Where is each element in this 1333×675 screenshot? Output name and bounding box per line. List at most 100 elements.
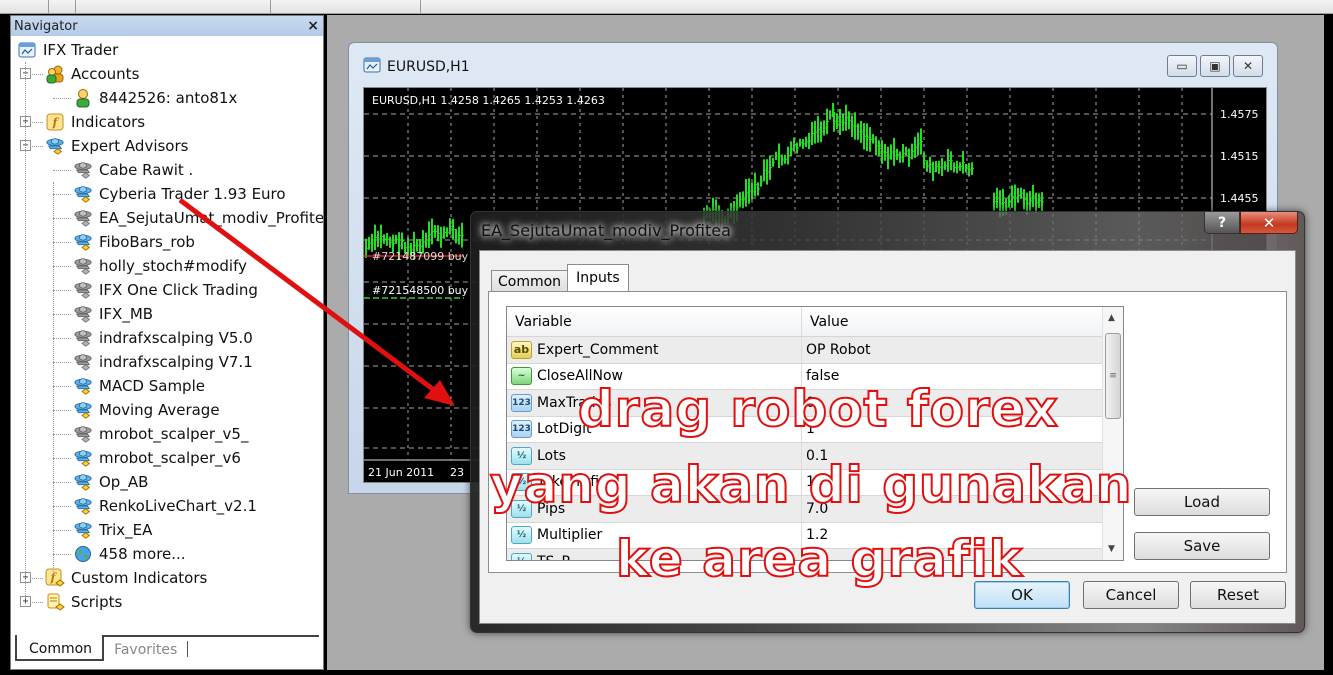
load-button[interactable]: Load	[1134, 488, 1270, 516]
tree-item-label: Indicators	[71, 113, 146, 131]
expert-advisor-icon	[73, 232, 93, 252]
expert-advisor-icon	[45, 136, 65, 156]
input-variable-cell: ab Expert_Comment	[507, 337, 802, 363]
tree-item-label: Cyberia Trader 1.93 Euro	[99, 185, 286, 203]
tree-item-more[interactable]: 458 more...	[11, 542, 323, 566]
tree-item-expert-advisor[interactable]: IFX_MB	[11, 302, 323, 326]
tree-item-label: Custom Indicators	[71, 569, 208, 587]
close-icon[interactable]: ×	[307, 18, 319, 34]
price-tick-label: 1.4575	[1220, 108, 1259, 121]
tree-item-expert-advisor[interactable]: RenkoLiveChart_v2.1	[11, 494, 323, 518]
tree-item-accounts[interactable]: − Accounts	[11, 62, 323, 86]
expert-advisor-disabled-icon	[73, 304, 93, 324]
tree-item-expert-advisor[interactable]: MACD Sample	[11, 374, 323, 398]
navigator-header: Navigator ×	[11, 16, 323, 36]
tree-item-expert-advisor[interactable]: indrafxscalping V5.0	[11, 326, 323, 350]
help-button[interactable]: ?	[1204, 212, 1240, 234]
tree-item-expert-advisor[interactable]: FiboBars_rob	[11, 230, 323, 254]
tree-item-expert-advisor[interactable]: IFX One Click Trading	[11, 278, 323, 302]
tree-item-expert-advisor[interactable]: Op_AB	[11, 470, 323, 494]
tree-item-expert-advisor[interactable]: indrafxscalping V7.1	[11, 350, 323, 374]
tree-connector	[53, 242, 71, 243]
input-value-cell[interactable]: OP Robot	[802, 337, 1102, 363]
grid-rows: ab Expert_Comment OP Robot ~ CloseAllNow fals…	[507, 337, 1123, 560]
tree-item-label: Moving Average	[99, 401, 220, 419]
tree-item-scripts[interactable]: + Scripts	[11, 590, 323, 614]
globe-icon	[73, 544, 93, 564]
tab-favorites[interactable]: Favorites	[104, 641, 189, 658]
tree-item-label: IFX One Click Trading	[99, 281, 258, 299]
close-button[interactable]: ✕	[1233, 55, 1263, 77]
tree-item-expert-advisor[interactable]: holly_stoch#modify	[11, 254, 323, 278]
accounts-icon	[45, 64, 65, 84]
dialog-close-button[interactable]: ✕	[1240, 212, 1298, 234]
tree-item-label: Op_AB	[99, 473, 149, 491]
restore-button[interactable]: ▣	[1200, 55, 1230, 77]
reset-button[interactable]: Reset	[1190, 581, 1286, 609]
tree-connector	[53, 194, 71, 195]
tree-item-label: IFX_MB	[99, 305, 154, 323]
tree-item-label: RenkoLiveChart_v2.1	[99, 497, 257, 515]
input-row[interactable]: ab Expert_Comment OP Robot	[507, 337, 1123, 364]
date-tick-label: 23	[450, 466, 464, 479]
tree-item-custom-indicators[interactable]: + f Custom Indicators	[11, 566, 323, 590]
tree-item-expert-advisor[interactable]: mrobot_scalper_v6	[11, 446, 323, 470]
tree-item-expert-advisor[interactable]: Cyberia Trader 1.93 Euro	[11, 182, 323, 206]
tree-connector	[53, 530, 71, 531]
tree-connector	[53, 290, 71, 291]
column-header-value[interactable]: Value	[802, 307, 1102, 336]
tree-connector	[53, 314, 71, 315]
indicator-icon: f	[45, 112, 65, 132]
tree-connector	[53, 458, 71, 459]
tree-connector	[53, 410, 71, 411]
order-label: #721487099 buy	[372, 250, 469, 263]
expert-advisor-icon	[73, 400, 93, 420]
price-tick-label: 1.4515	[1220, 150, 1259, 163]
minimize-icon: ▭	[1176, 59, 1188, 73]
tree-item-expert-advisor[interactable]: mrobot_scalper_v5_	[11, 422, 323, 446]
tree-item-label: 8442526: anto81x	[99, 89, 238, 107]
tree-item-expert-advisor[interactable]: Cabe Rawit .	[11, 158, 323, 182]
terminal-icon	[17, 40, 37, 60]
grid-header: Variable Value	[507, 307, 1123, 337]
tree-item-expert-advisor[interactable]: EA_SejutaUmat_modiv_Profitea	[11, 206, 323, 230]
tree-item-expert-advisors[interactable]: − Expert Advisors	[11, 134, 323, 158]
tree-connector	[53, 170, 71, 171]
order-label: #721548500 buy	[372, 284, 469, 297]
tree-item-ifx-trader[interactable]: IFX Trader	[11, 38, 323, 62]
expert-advisor-icon	[73, 184, 93, 204]
tree-item-indicators[interactable]: + f Indicators	[11, 110, 323, 134]
scroll-thumb[interactable]: ≡	[1105, 333, 1121, 419]
scroll-up-icon[interactable]: ▲	[1108, 313, 1115, 323]
tab-common[interactable]: Common	[491, 270, 569, 293]
tree-item-label: Cabe Rawit .	[99, 161, 194, 179]
toolbar-strip	[0, 0, 1333, 14]
expert-advisor-icon	[73, 520, 93, 540]
window-controls: ▭ ▣ ✕	[1167, 55, 1263, 77]
tree-connector	[53, 362, 71, 363]
toolbar-separator	[270, 0, 271, 13]
save-button[interactable]: Save	[1134, 532, 1270, 560]
dialog-controls: ? ✕	[1204, 212, 1298, 234]
tree-item-expert-advisor[interactable]: Moving Average	[11, 398, 323, 422]
tab-common[interactable]: Common	[15, 635, 105, 661]
tree-connector	[53, 434, 71, 435]
grid-scrollbar[interactable]: ▲ ≡ ▼	[1102, 307, 1123, 560]
expert-advisor-disabled-icon	[73, 424, 93, 444]
toolbar-separator	[75, 0, 76, 13]
annotation-line-2: yang akan di gunakan	[489, 456, 1133, 514]
tree-guide	[53, 182, 54, 576]
column-header-variable[interactable]: Variable	[507, 307, 802, 336]
expert-advisor-disabled-icon	[73, 328, 93, 348]
tree-item-expert-advisor[interactable]: Trix_EA	[11, 518, 323, 542]
int-type-icon: 123	[511, 420, 532, 439]
navigator-title: Navigator	[14, 18, 78, 34]
tree-item-label: Expert Advisors	[71, 137, 189, 155]
minimize-button[interactable]: ▭	[1167, 55, 1197, 77]
navigator-tree: IFX Trader − Accounts 8442526: anto81x + f Ind…	[11, 36, 323, 614]
cancel-button[interactable]: Cancel	[1083, 581, 1179, 609]
tree-item-account[interactable]: 8442526: anto81x	[11, 86, 323, 110]
expert-advisor-icon	[73, 472, 93, 492]
tab-inputs[interactable]: Inputs	[567, 264, 629, 294]
scroll-down-icon[interactable]: ▼	[1108, 544, 1115, 554]
